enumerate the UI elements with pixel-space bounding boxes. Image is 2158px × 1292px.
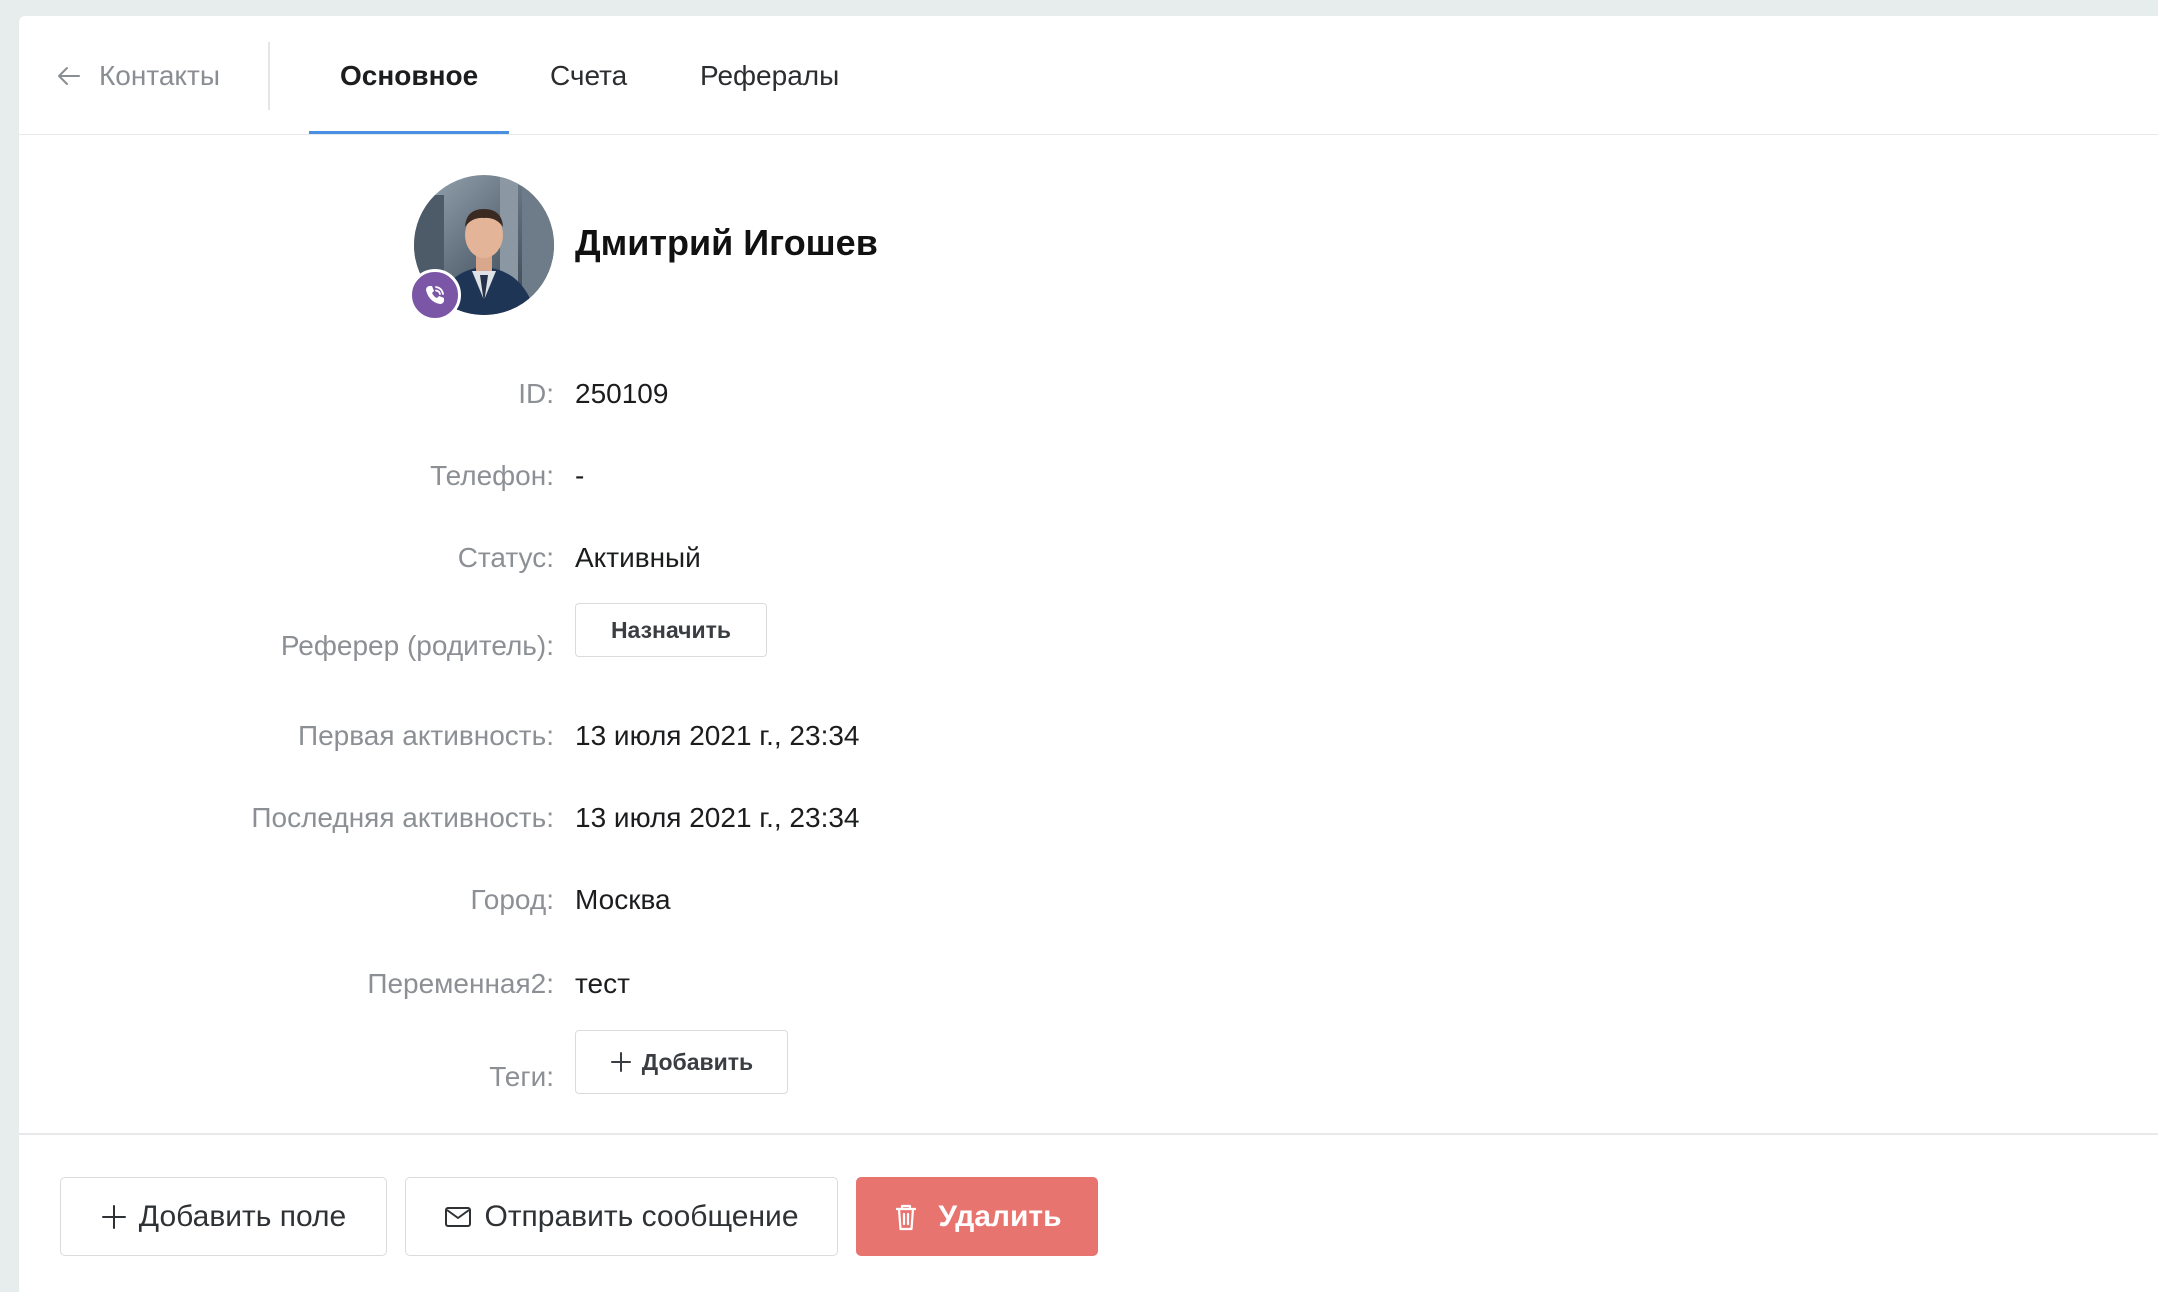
tags-label: Теги: <box>489 1061 554 1092</box>
last-activity-value: 13 июля 2021 г., 23:34 <box>575 802 860 833</box>
first-activity-value: 13 июля 2021 г., 23:34 <box>575 720 860 751</box>
contact-card: Контакты Основное Счета Рефералы Дмитрий… <box>19 16 2158 1292</box>
phone-value: - <box>575 460 585 491</box>
header-divider <box>268 42 270 110</box>
var2-value: тест <box>575 968 630 999</box>
arrow-left-icon <box>58 67 80 85</box>
add-field-label: Добавить поле <box>138 1199 347 1233</box>
contact-name: Дмитрий Игошев <box>575 222 878 263</box>
id-label: ID: <box>518 378 554 409</box>
city-label: Город: <box>470 884 554 915</box>
phone-label: Телефон: <box>430 460 554 491</box>
first-activity-label: Первая активность: <box>297 720 554 751</box>
add-field-button[interactable]: Добавить поле <box>60 1177 387 1256</box>
back-to-contacts-link[interactable]: Контакты <box>53 58 220 94</box>
last-activity-label: Последняя активность: <box>251 802 554 833</box>
active-tab-indicator <box>309 131 509 134</box>
city-value: Москва <box>575 884 671 915</box>
footer-divider <box>19 1133 2158 1135</box>
tab-main[interactable]: Основное <box>340 58 478 94</box>
contact-header: Контакты Основное Счета Рефералы <box>19 16 2158 135</box>
assign-referrer-label: Назначить <box>610 616 732 643</box>
plus-icon <box>101 1204 126 1229</box>
tab-invoices[interactable]: Счета <box>550 58 627 94</box>
tab-referrals[interactable]: Рефералы <box>700 58 839 94</box>
back-label: Контакты <box>99 60 220 91</box>
assign-referrer-button[interactable]: Назначить <box>575 603 767 657</box>
send-message-button[interactable]: Отправить сообщение <box>405 1177 838 1256</box>
delete-button[interactable]: Удалить <box>856 1177 1098 1256</box>
send-message-label: Отправить сообщение <box>484 1199 799 1233</box>
add-tag-button[interactable]: Добавить <box>575 1030 788 1094</box>
envelope-icon <box>445 1206 472 1227</box>
delete-label: Удалить <box>938 1199 1062 1233</box>
add-tag-label: Добавить <box>641 1048 754 1075</box>
trash-icon <box>896 1204 917 1230</box>
plus-icon <box>610 1052 631 1072</box>
status-label: Статус: <box>457 542 554 573</box>
status-value: Активный <box>575 542 701 573</box>
var2-label: Переменная2: <box>367 968 554 999</box>
viber-icon <box>409 269 461 321</box>
id-value: 250109 <box>575 378 669 409</box>
referrer-label: Реферер (родитель): <box>280 630 554 661</box>
